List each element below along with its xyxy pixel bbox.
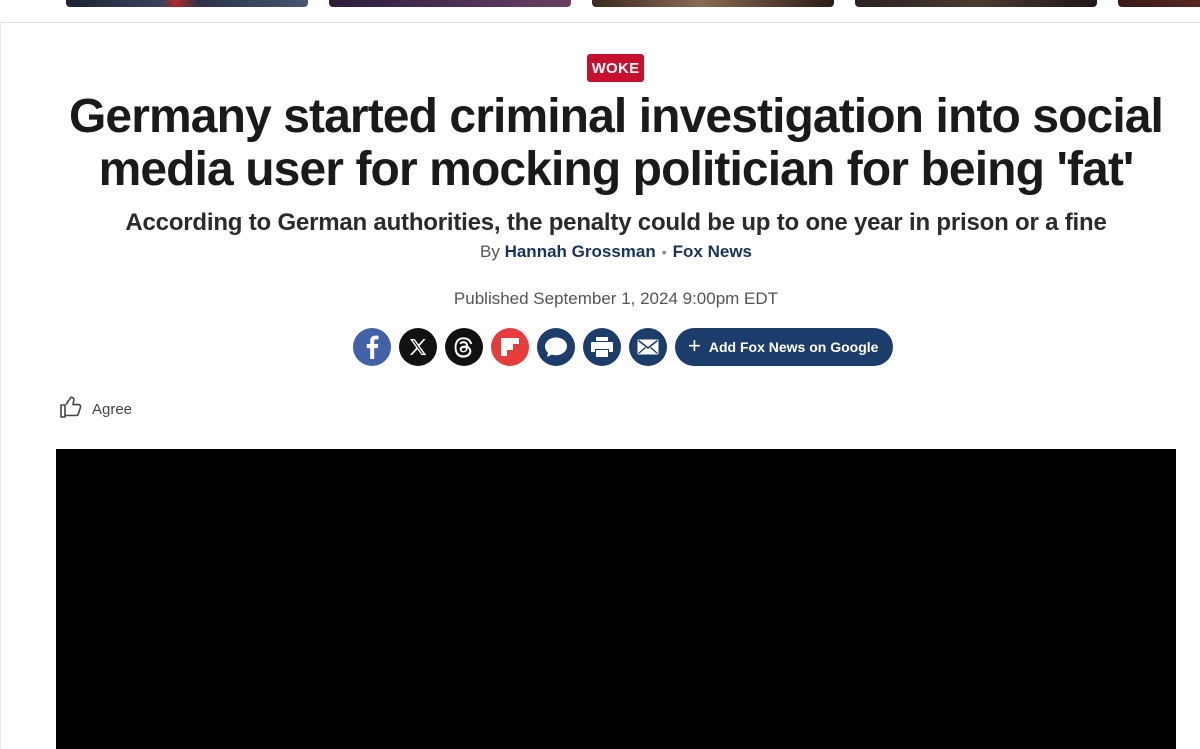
x-share-button[interactable] (399, 327, 437, 366)
related-thumbnail[interactable] (329, 0, 571, 7)
related-thumbnail[interactable] (66, 0, 308, 7)
threads-share-button[interactable] (445, 327, 483, 366)
divider (0, 23, 1, 749)
agree-reaction-button[interactable]: Agree (59, 395, 132, 424)
related-thumbnail[interactable] (855, 0, 1097, 7)
google-button-label: Add Fox News on Google (708, 338, 879, 355)
threads-icon (454, 336, 474, 358)
byline-separator: • (661, 244, 667, 260)
print-icon (590, 336, 614, 358)
comment-icon (544, 336, 568, 358)
email-share-button[interactable] (629, 327, 667, 366)
x-icon (409, 338, 427, 356)
headline-line: Germany started criminal investigation i… (69, 90, 1164, 143)
article-page: WOKE Germany started criminal investigat… (0, 0, 1200, 749)
add-fox-news-on-google-button[interactable]: + Add Fox News on Google (675, 327, 894, 366)
article-headline: Germany started criminal investigation i… (60, 90, 1172, 196)
byline-prefix: By (480, 242, 500, 261)
outlet-link[interactable]: Fox News (673, 242, 752, 261)
byline: By Hannah Grossman • Fox News (0, 241, 1200, 263)
category-badge[interactable]: WOKE (587, 54, 644, 82)
facebook-icon (365, 335, 379, 359)
video-player[interactable] (56, 449, 1176, 749)
related-thumbnail[interactable] (592, 0, 834, 7)
flipboard-share-button[interactable] (491, 327, 529, 366)
thumbs-up-icon (59, 395, 83, 424)
related-thumbnails-strip (0, 0, 1200, 8)
facebook-share-button[interactable] (353, 327, 391, 366)
flipboard-icon (500, 337, 520, 357)
agree-label: Agree (92, 401, 133, 418)
author-link[interactable]: Hannah Grossman (505, 242, 656, 261)
published-timestamp: Published September 1, 2024 9:00pm EDT (453, 289, 779, 308)
comments-button[interactable] (537, 327, 575, 366)
print-button[interactable] (583, 327, 621, 366)
plus-icon: + (688, 332, 701, 358)
article-subheadline: According to German authorities, the pen… (125, 209, 1107, 236)
headline-line: media user for mocking politician for be… (98, 143, 1135, 196)
email-icon (637, 339, 659, 355)
share-toolbar: + Add Fox News on Google (353, 327, 894, 366)
divider (0, 22, 1200, 23)
related-thumbnail[interactable] (1118, 0, 1200, 7)
